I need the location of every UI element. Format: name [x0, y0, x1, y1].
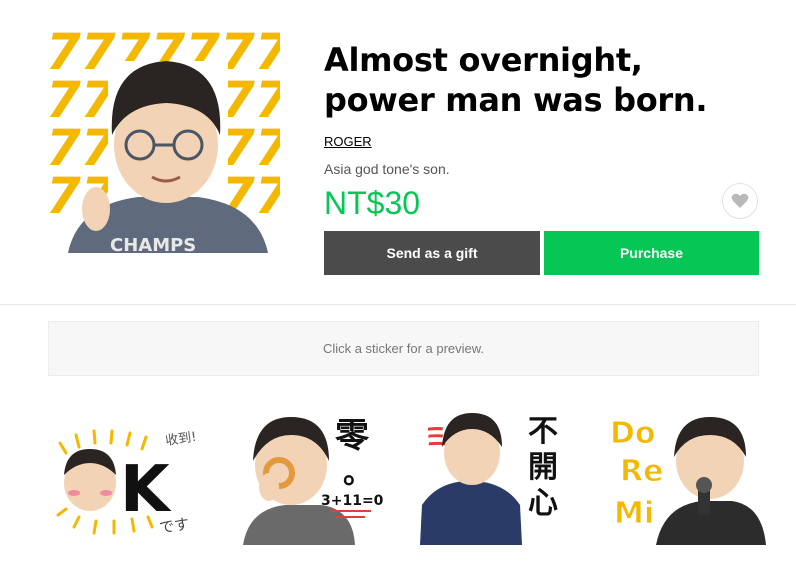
sticker-item[interactable]: Do Re Mi	[606, 405, 766, 545]
sticker4-line-1: Do	[610, 416, 656, 451]
svg-text:CHAMPS: CHAMPS	[110, 235, 196, 253]
sticker1-bottom-text: です	[158, 515, 190, 537]
author-link[interactable]: ROGER	[324, 134, 372, 149]
send-gift-button[interactable]: Send as a gift	[324, 231, 540, 275]
sticker3-big-text-1: 不開心	[528, 414, 558, 521]
preview-hint-text: Click a sticker for a preview.	[322, 341, 485, 356]
sticker3-char: 心	[528, 486, 558, 521]
product-description: Asia god tone's son.	[324, 161, 450, 177]
product-price: NT$30	[324, 185, 421, 221]
sticker3-char: 不	[528, 414, 558, 449]
sticker2-big-text: 零	[335, 416, 370, 456]
sticker-item[interactable]: 零 。 3+11=0	[235, 405, 395, 545]
sticker-item[interactable]: ミ 不開心	[420, 405, 580, 545]
sticker-item[interactable]: 收到! K です	[48, 405, 208, 545]
sticker3-char: 開	[528, 450, 558, 485]
purchase-button[interactable]: Purchase	[544, 231, 759, 275]
sticker4-line-2: Re	[620, 454, 663, 489]
sticker2-dot-text: 。	[343, 456, 373, 491]
sticker1-top-text: 收到!	[164, 430, 197, 449]
product-title: Almost overnight, power man was born.	[324, 41, 708, 119]
sticker-main-image: 7777777 7777777 7777777 7777777 CHAMPS	[48, 25, 280, 253]
sticker2-equation-text: 3+11=0	[321, 493, 384, 509]
preview-hint-bar: Click a sticker for a preview.	[48, 321, 759, 376]
sticker4-line-3: Mi	[614, 496, 654, 531]
heart-icon	[731, 193, 749, 208]
favorite-button[interactable]	[722, 183, 758, 219]
product-header: 7777777 7777777 7777777 7777777 CHAMPS A…	[0, 0, 796, 305]
sticker1-big-text: K	[120, 453, 172, 527]
product-info: Almost overnight, power man was born. RO…	[324, 40, 760, 222]
